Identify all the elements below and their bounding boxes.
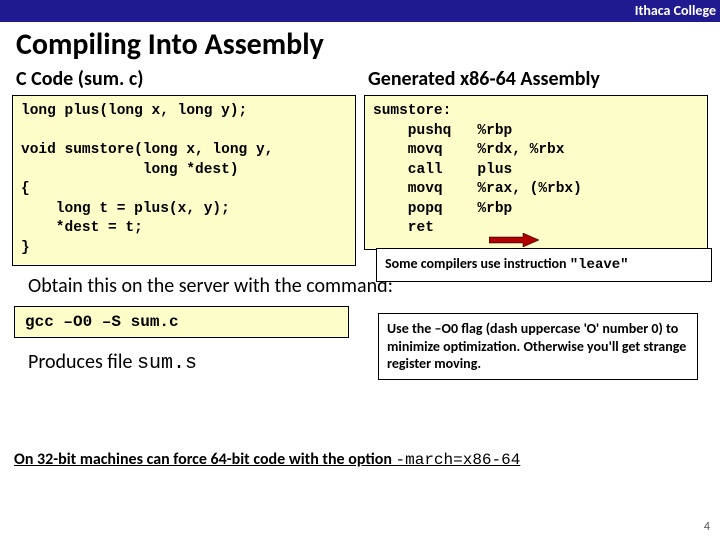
note-o0: Use the –O0 flag (dash uppercase 'O' num…	[378, 313, 698, 380]
left-col: C Code (sum. c) long plus(long x, long y…	[12, 65, 356, 266]
note-leave-quoted: "leave"	[570, 257, 629, 273]
slide-title: Compiling Into Assembly	[0, 22, 720, 65]
org-label: Ithaca College	[635, 2, 716, 19]
note-leave: Some compilers use instruction "leave"	[376, 248, 712, 282]
footnote: On 32-bit machines can force 64-bit code…	[0, 450, 700, 469]
produces-pre: Produces file	[28, 350, 137, 374]
c-code-heading: C Code (sum. c)	[12, 65, 356, 95]
footnote-pre: On 32-bit machines can force 64-bit code…	[14, 450, 396, 469]
note-leave-text: Some compilers use instruction	[385, 255, 570, 272]
asm-heading: Generated x86-64 Assembly	[364, 65, 708, 95]
columns: C Code (sum. c) long plus(long x, long y…	[0, 65, 720, 266]
page-number: 4	[704, 520, 710, 534]
asm-code-box: sumstore: pushq %rbp movq %rdx, %rbx cal…	[364, 95, 708, 250]
c-code-box: long plus(long x, long y); void sumstore…	[12, 95, 356, 266]
footnote-option: -march=x86-64	[396, 451, 521, 469]
gcc-command: gcc –O0 –S sum.c	[14, 306, 349, 338]
right-col: Generated x86-64 Assembly sumstore: push…	[364, 65, 708, 266]
produces-file: sum.s	[137, 352, 197, 375]
header-bar: Ithaca College	[0, 0, 720, 22]
